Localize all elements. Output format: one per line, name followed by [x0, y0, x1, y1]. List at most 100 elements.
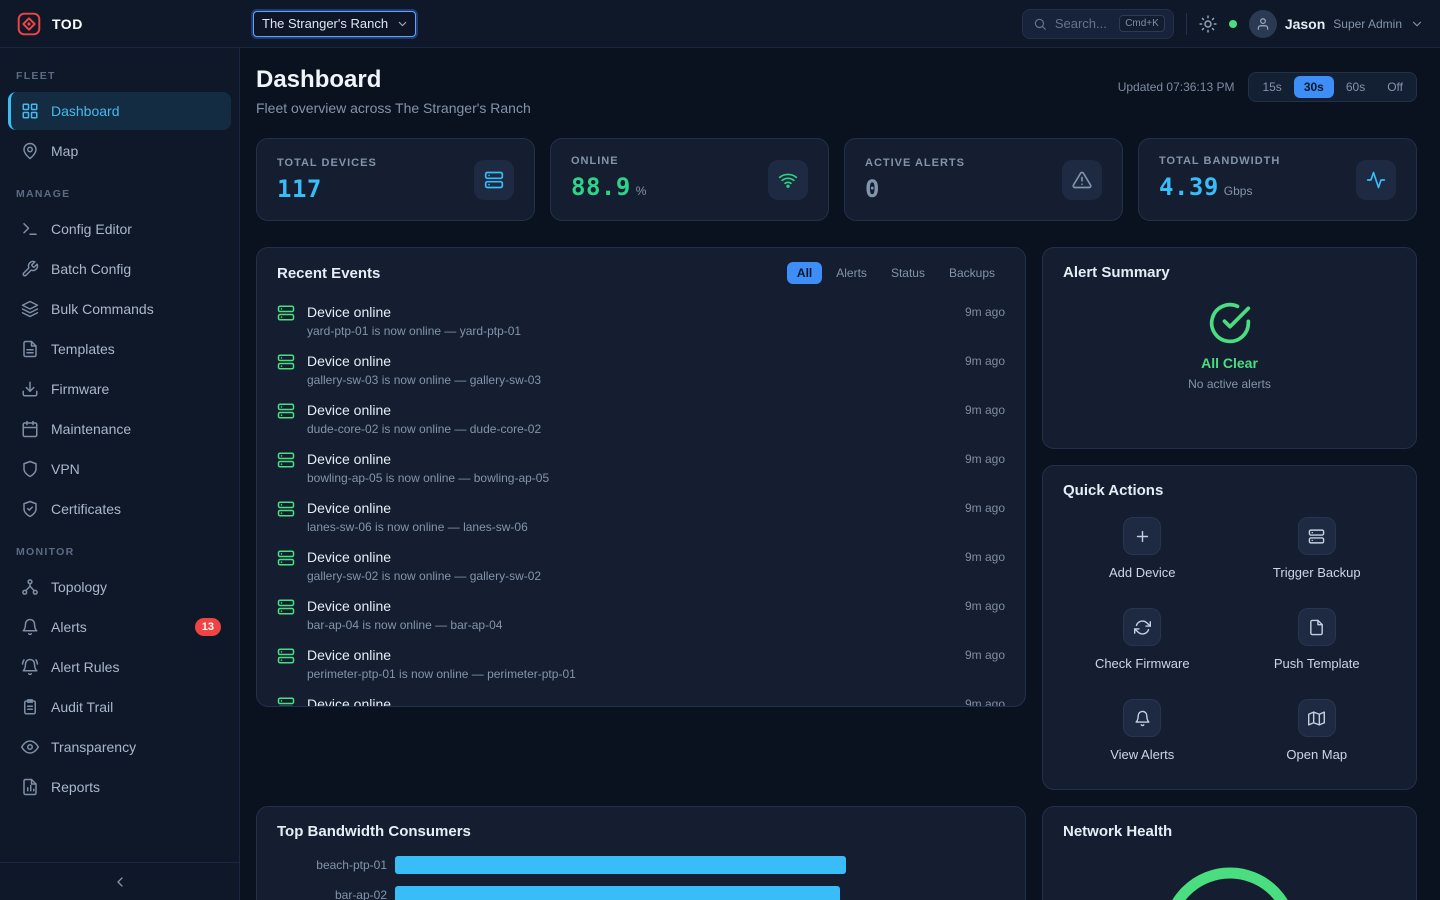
site-selector[interactable]: The Stranger's Ranch: [253, 11, 416, 37]
event-title: Device online: [307, 498, 953, 518]
eye-icon: [21, 738, 39, 756]
refresh-option-off[interactable]: Off: [1377, 76, 1413, 98]
topbar-divider: [1186, 13, 1187, 35]
app-name: TOD: [52, 16, 83, 32]
bandwidth-bar-track: [395, 856, 1005, 874]
file-text-icon: [21, 340, 39, 358]
theme-toggle-sun-icon[interactable]: [1199, 15, 1217, 33]
sidebar-item-alert-rules[interactable]: Alert Rules: [8, 648, 231, 686]
sidebar-item-maintenance[interactable]: Maintenance: [8, 410, 231, 448]
sidebar-item-config-editor[interactable]: Config Editor: [8, 210, 231, 248]
sidebar-item-alerts[interactable]: Alerts13: [8, 608, 231, 646]
quick-action-label: Trigger Backup: [1273, 565, 1361, 580]
app-logo-icon: [16, 11, 42, 37]
map-icon: [1298, 699, 1336, 737]
events-tab-all[interactable]: All: [787, 262, 822, 284]
stat-value: 117: [277, 176, 377, 202]
dashboard-grid: Recent Events AllAlertsStatusBackups Dev…: [256, 247, 1417, 900]
event-row[interactable]: Device onlinebowling-ap-05 is now online…: [257, 443, 1019, 492]
sidebar-item-label: Firmware: [51, 381, 109, 397]
sidebar-item-vpn[interactable]: VPN: [8, 450, 231, 488]
event-row[interactable]: Device onlinelanes-sw-06 is now online —…: [257, 492, 1019, 541]
bell-icon: [21, 618, 39, 636]
quick-action-view-alerts[interactable]: View Alerts: [1063, 699, 1222, 762]
quick-action-check-firmware[interactable]: Check Firmware: [1063, 608, 1222, 671]
bandwidth-chart: beach-ptp-01bar-ap-02: [277, 856, 1005, 900]
quick-actions-card: Quick Actions Add DeviceTrigger BackupCh…: [1042, 465, 1417, 790]
stat-card-total-bandwidth: TOTAL BANDWIDTH4.39Gbps: [1138, 138, 1417, 221]
sidebar: FLEETDashboardMapMANAGEConfig EditorBatc…: [0, 48, 240, 900]
quick-action-label: Open Map: [1286, 747, 1347, 762]
sidebar-section-manage: MANAGE: [0, 172, 239, 208]
alert-summary-status: All Clear: [1201, 355, 1258, 371]
quick-action-push-template[interactable]: Push Template: [1238, 608, 1397, 671]
event-row[interactable]: Device onlinegallery-sw-02 is now online…: [257, 541, 1019, 590]
network-health-gauge: [1063, 860, 1396, 900]
sidebar-item-audit-trail[interactable]: Audit Trail: [8, 688, 231, 726]
event-row[interactable]: Device onlinegallery-sw-03 is now online…: [257, 345, 1019, 394]
sidebar-collapse-button[interactable]: [0, 862, 239, 900]
sidebar-item-dashboard[interactable]: Dashboard: [8, 92, 231, 130]
event-title: Device online: [307, 302, 953, 322]
stat-label: TOTAL DEVICES: [277, 157, 377, 169]
event-time: 9m ago: [965, 694, 1005, 706]
server-icon: [277, 304, 295, 322]
quick-action-trigger-backup[interactable]: Trigger Backup: [1238, 517, 1397, 580]
event-detail: yard-ptp-01 is now online — yard-ptp-01: [307, 323, 953, 339]
page-title: Dashboard: [256, 66, 531, 94]
sidebar-section-monitor: MONITOR: [0, 530, 239, 566]
event-detail: gallery-sw-03 is now online — gallery-sw…: [307, 372, 953, 388]
quick-action-open-map[interactable]: Open Map: [1238, 699, 1397, 762]
event-detail: gallery-sw-02 is now online — gallery-sw…: [307, 568, 953, 584]
event-time: 9m ago: [965, 498, 1005, 518]
events-tab-alerts[interactable]: Alerts: [826, 262, 877, 284]
server-icon: [277, 353, 295, 371]
event-detail: bowling-ap-05 is now online — bowling-ap…: [307, 470, 953, 486]
recent-events-card: Recent Events AllAlertsStatusBackups Dev…: [256, 247, 1026, 707]
sidebar-item-bulk-commands[interactable]: Bulk Commands: [8, 290, 231, 328]
event-row[interactable]: Device onlineyard-ptp-01 is now online —…: [257, 296, 1019, 345]
events-tab-status[interactable]: Status: [881, 262, 935, 284]
network-icon: [21, 578, 39, 596]
stat-unit: Gbps: [1224, 184, 1253, 198]
events-filter-tabs: AllAlertsStatusBackups: [787, 262, 1005, 284]
refresh-option-15s[interactable]: 15s: [1252, 76, 1291, 98]
event-row[interactable]: Device online9m ago: [257, 688, 1019, 706]
stat-card-total-devices: TOTAL DEVICES 117: [256, 138, 535, 221]
sidebar-item-label: Maintenance: [51, 421, 131, 437]
sidebar-item-reports[interactable]: Reports: [8, 768, 231, 806]
quick-action-label: Push Template: [1274, 656, 1360, 671]
event-detail: lanes-sw-06 is now online — lanes-sw-06: [307, 519, 953, 535]
refresh-option-60s[interactable]: 60s: [1336, 76, 1375, 98]
activity-icon: [1356, 160, 1396, 200]
events-list[interactable]: Device onlineyard-ptp-01 is now online —…: [257, 292, 1025, 706]
server-icon: [277, 696, 295, 706]
server-icon: [277, 549, 295, 567]
bell-icon: [1123, 699, 1161, 737]
event-detail: dude-core-02 is now online — dude-core-0…: [307, 421, 953, 437]
events-tab-backups[interactable]: Backups: [939, 262, 1005, 284]
bandwidth-row: bar-ap-02: [277, 886, 1005, 900]
event-detail: bar-ap-04 is now online — bar-ap-04: [307, 617, 953, 633]
chevron-down-icon: [1410, 17, 1424, 31]
sidebar-item-topology[interactable]: Topology: [8, 568, 231, 606]
quick-action-add-device[interactable]: Add Device: [1063, 517, 1222, 580]
user-menu[interactable]: Jason Super Admin: [1249, 10, 1424, 38]
event-time: 9m ago: [965, 351, 1005, 371]
connection-status-dot: [1229, 20, 1237, 28]
sidebar-item-map[interactable]: Map: [8, 132, 231, 170]
sidebar-item-certificates[interactable]: Certificates: [8, 490, 231, 528]
sidebar-item-transparency[interactable]: Transparency: [8, 728, 231, 766]
event-detail: perimeter-ptp-01 is now online — perimet…: [307, 666, 953, 682]
sidebar-item-firmware[interactable]: Firmware: [8, 370, 231, 408]
site-select[interactable]: The Stranger's Ranch: [253, 11, 416, 37]
refresh-option-30s[interactable]: 30s: [1294, 76, 1334, 98]
event-row[interactable]: Device onlinedude-core-02 is now online …: [257, 394, 1019, 443]
search-box[interactable]: Search... Cmd+K: [1022, 9, 1174, 39]
sidebar-item-templates[interactable]: Templates: [8, 330, 231, 368]
sidebar-nav: FLEETDashboardMapMANAGEConfig EditorBatc…: [0, 48, 239, 862]
event-row[interactable]: Device onlineperimeter-ptp-01 is now onl…: [257, 639, 1019, 688]
event-row[interactable]: Device onlinebar-ap-04 is now online — b…: [257, 590, 1019, 639]
sidebar-item-batch-config[interactable]: Batch Config: [8, 250, 231, 288]
user-name: Jason: [1285, 16, 1325, 32]
